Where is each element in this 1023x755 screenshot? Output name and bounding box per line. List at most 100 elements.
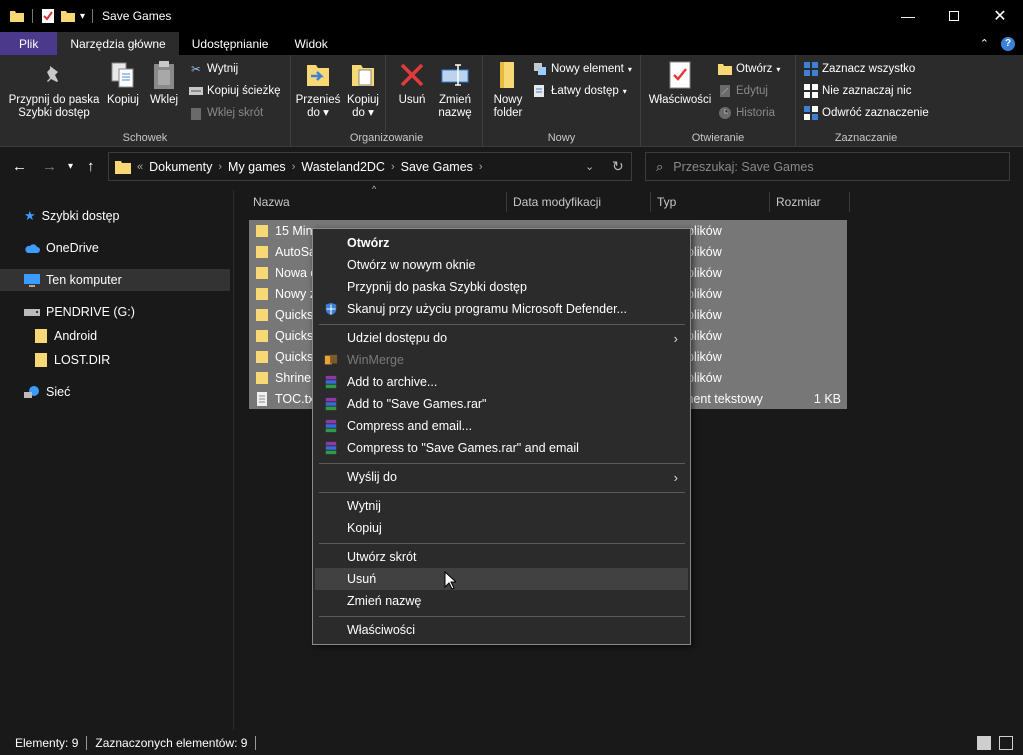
copy-to-button[interactable]: Kopiuj do ▾ <box>343 59 383 120</box>
tab-file[interactable]: Plik <box>0 32 58 55</box>
new-folder-button[interactable]: Nowy folder <box>487 59 529 120</box>
tab-share[interactable]: Udostępnianie <box>179 32 282 55</box>
column-header-size[interactable]: Rozmiar <box>772 192 850 212</box>
easy-access-button[interactable]: Łatwy dostęp ▾ <box>533 84 627 98</box>
menu-item-pin-quick-access[interactable]: Przypnij do paska Szybki dostęp <box>315 276 688 298</box>
menu-item-properties[interactable]: Właściwości <box>315 619 688 641</box>
folder-icon <box>256 308 268 321</box>
breadcrumb-dokumenty[interactable]: Dokumenty <box>149 160 212 174</box>
chevron-right-icon[interactable]: › <box>479 161 483 173</box>
large-icons-view-icon[interactable] <box>999 736 1013 750</box>
breadcrumb-save-games[interactable]: Save Games <box>401 160 473 174</box>
column-header-name[interactable]: Nazwa <box>249 192 507 212</box>
folder-icon <box>256 371 268 384</box>
menu-item-compress-email[interactable]: Compress and email... <box>315 415 688 437</box>
menu-item-copy[interactable]: Kopiuj <box>315 517 688 539</box>
group-open: Właściwości Otwórz ▾ Edytuj Historia Otw… <box>641 55 796 147</box>
rename-button[interactable]: Zmień nazwę <box>433 59 477 120</box>
menu-item-create-shortcut[interactable]: Utwórz skrót <box>315 546 688 568</box>
breadcrumb-overflow[interactable]: « <box>137 161 143 173</box>
paste-button[interactable]: Wklej <box>146 59 182 107</box>
menu-item-delete[interactable]: Usuń <box>315 568 688 590</box>
delete-button[interactable]: Usuń <box>393 59 431 107</box>
menu-label: Compress to "Save Games.rar" and email <box>347 441 579 455</box>
winrar-icon <box>325 419 337 433</box>
folder-icon <box>256 266 268 279</box>
column-header-type[interactable]: Typ <box>653 192 770 212</box>
breadcrumb-my-games[interactable]: My games <box>228 160 286 174</box>
minimize-button[interactable]: — <box>885 0 931 32</box>
nav-onedrive[interactable]: OneDrive <box>24 237 224 259</box>
cut-button[interactable]: ✂ Wytnij <box>189 62 238 76</box>
edit-button[interactable]: Edytuj <box>718 84 768 98</box>
nav-this-pc[interactable]: Ten komputer <box>0 269 230 291</box>
search-placeholder: Przeszukaj: Save Games <box>673 159 814 174</box>
menu-item-open[interactable]: Otwórz <box>315 232 688 254</box>
chevron-right-icon[interactable]: › <box>218 161 222 173</box>
select-none-label: Nie zaznaczaj nic <box>822 85 912 97</box>
invert-selection-button[interactable]: Odwróć zaznaczenie <box>804 106 929 120</box>
copy-button[interactable]: Kopiuj <box>104 59 142 107</box>
menu-label: Add to archive... <box>347 375 438 389</box>
easy-access-label: Łatwy dostęp <box>551 85 619 97</box>
select-none-button[interactable]: Nie zaznaczaj nic <box>804 84 911 98</box>
menu-item-add-to-archive[interactable]: Add to archive... <box>315 371 688 393</box>
menu-item-add-to-rar[interactable]: Add to "Save Games.rar" <box>315 393 688 415</box>
close-button[interactable]: ✕ <box>977 0 1023 32</box>
new-folder-label-2: folder <box>493 107 523 119</box>
chevron-down-icon: ▾ <box>776 64 781 74</box>
nav-lost-dir[interactable]: LOST.DIR <box>34 349 214 371</box>
move-to-button[interactable]: Przenieś do ▾ <box>295 59 341 120</box>
back-arrow-icon[interactable]: ← <box>12 158 27 175</box>
tab-home[interactable]: Narzędzia główne <box>57 32 179 55</box>
properties-button[interactable]: Właściwości <box>647 59 713 107</box>
forward-arrow-icon[interactable]: → <box>42 158 57 175</box>
customize-qat-icon[interactable]: ▾ <box>80 11 85 22</box>
defender-shield-icon <box>325 302 337 316</box>
address-bar[interactable]: « Dokumenty › My games › Wasteland2DC › … <box>108 152 632 181</box>
new-item-button[interactable]: Nowy element ▾ <box>533 62 632 76</box>
menu-item-open-new-window[interactable]: Otwórz w nowym oknie <box>315 254 688 276</box>
search-box[interactable]: ⌕ Przeszukaj: Save Games <box>645 152 1010 181</box>
address-dropdown-icon[interactable]: ⌄ <box>585 160 594 173</box>
menu-item-winmerge[interactable]: WinMerge <box>315 349 688 371</box>
status-bar: Elementy: 9 Zaznaczonych elementów: 9 <box>0 731 1023 755</box>
collapse-ribbon-icon[interactable]: ⌃ <box>980 37 989 50</box>
menu-item-rename[interactable]: Zmień nazwę <box>315 590 688 612</box>
menu-item-compress-rar-email[interactable]: Compress to "Save Games.rar" and email <box>315 437 688 459</box>
properties-icon[interactable] <box>40 8 56 24</box>
refresh-icon[interactable]: ↻ <box>612 158 624 175</box>
mouse-cursor-icon <box>444 571 456 590</box>
paste-shortcut-button[interactable]: Wklej skrót <box>189 106 263 120</box>
move-to-label-2: do ▾ <box>307 107 329 119</box>
recent-locations-icon[interactable]: ▾ <box>68 161 73 172</box>
select-all-button[interactable]: Zaznacz wszystko <box>804 62 915 76</box>
nav-quick-access[interactable]: ★ Szybki dostęp <box>24 205 224 227</box>
history-button[interactable]: Historia <box>718 106 775 120</box>
menu-item-scan-defender[interactable]: Skanuj przy użyciu programu Microsoft De… <box>315 298 688 320</box>
file-type: plików <box>687 328 722 343</box>
details-view-icon[interactable] <box>977 736 991 750</box>
nav-network[interactable]: Sieć <box>24 381 224 403</box>
maximize-button[interactable] <box>931 0 977 32</box>
nav-pendrive[interactable]: PENDRIVE (G:) <box>24 301 224 323</box>
new-folder-icon[interactable] <box>60 8 76 24</box>
tab-view[interactable]: Widok <box>281 32 340 55</box>
menu-item-share-with[interactable]: Udziel dostępu do › <box>315 327 688 349</box>
breadcrumb-wasteland[interactable]: Wasteland2DC <box>301 160 385 174</box>
copy-path-button[interactable]: Kopiuj ścieżkę <box>189 84 281 98</box>
chevron-right-icon[interactable]: › <box>292 161 296 173</box>
easy-access-icon <box>533 84 547 98</box>
menu-item-cut[interactable]: Wytnij <box>315 495 688 517</box>
nav-android[interactable]: Android <box>34 325 214 347</box>
pin-quick-access-button[interactable]: Przypnij do paska Szybki dostęp <box>6 59 102 120</box>
properties-check-icon <box>669 61 691 89</box>
open-button[interactable]: Otwórz ▾ <box>718 62 780 76</box>
chevron-right-icon[interactable]: › <box>391 161 395 173</box>
menu-item-send-to[interactable]: Wyślij do › <box>315 466 688 488</box>
paste-shortcut-label: Wklej skrót <box>207 107 264 119</box>
help-icon[interactable]: ? <box>1001 36 1015 51</box>
column-header-date[interactable]: Data modyfikacji <box>509 192 651 212</box>
up-arrow-icon[interactable]: ↑ <box>87 158 95 175</box>
file-type: plików <box>687 265 722 280</box>
